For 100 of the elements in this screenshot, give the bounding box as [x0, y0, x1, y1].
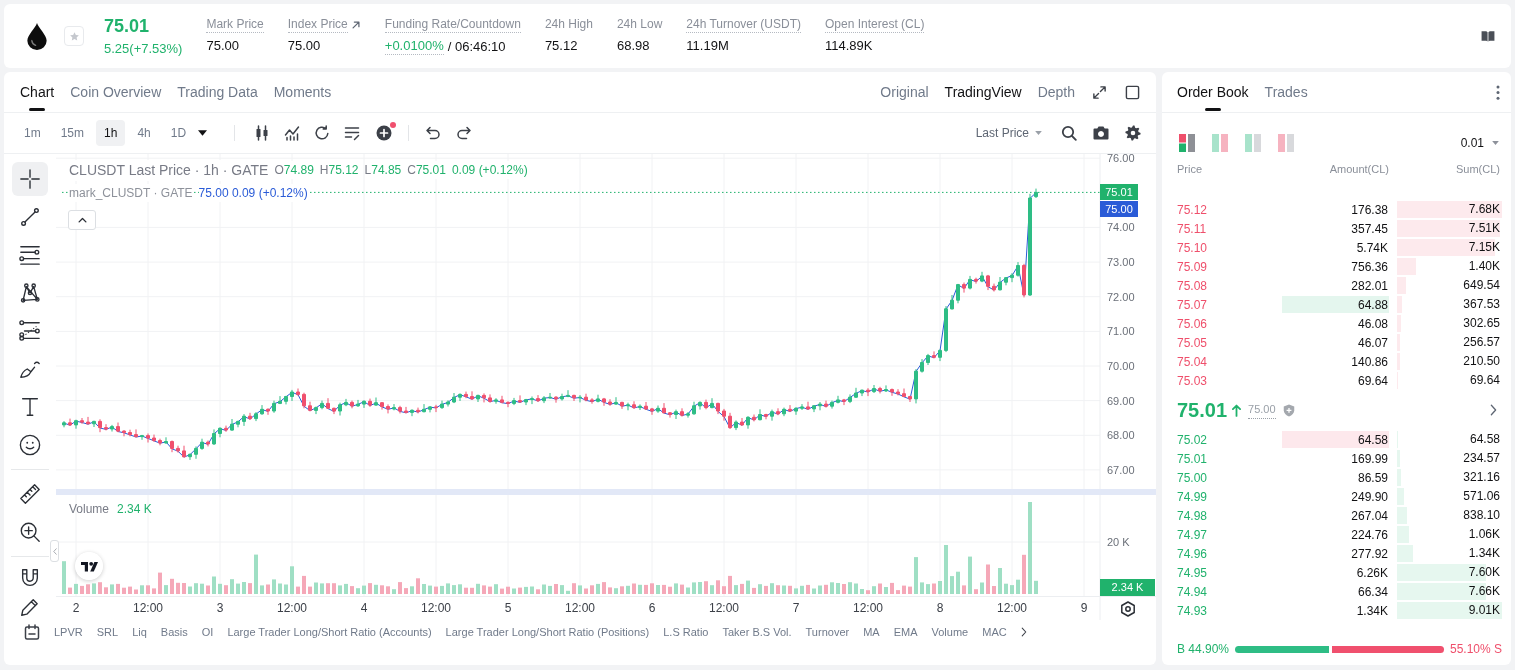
chevron-right-icon[interactable] — [1020, 627, 1027, 637]
search-icon[interactable] — [1061, 125, 1077, 141]
ask-price: 75.10 — [1177, 239, 1209, 257]
indicator-tab[interactable]: MAC — [982, 623, 1007, 641]
interval-button[interactable]: 1m — [16, 120, 49, 146]
bid-amount: 86.59 — [1357, 469, 1388, 487]
bid-sum: 1.06K — [1468, 526, 1500, 543]
candlestick — [272, 400, 276, 414]
bid-amount: 277.92 — [1351, 545, 1388, 563]
chart-tab[interactable]: Chart — [20, 72, 55, 112]
smiley-icon[interactable] — [19, 434, 41, 456]
indicator-tab[interactable]: OI — [201, 623, 214, 641]
candlestick — [128, 429, 132, 437]
indicator-tab[interactable]: Basis — [160, 623, 188, 641]
bid-amount: 267.04 — [1351, 507, 1388, 525]
undo-icon[interactable] — [425, 125, 442, 141]
candlestick — [848, 393, 852, 404]
precision-dropdown[interactable]: 0.01 — [1460, 134, 1502, 152]
candlestick — [392, 403, 396, 411]
calendar-icon[interactable] — [24, 624, 40, 640]
view-tab[interactable]: Original — [880, 81, 929, 103]
horizontal-lines-icon[interactable] — [19, 244, 41, 266]
interval-button[interactable]: 1h — [96, 120, 126, 146]
drawing-tool-button[interactable] — [12, 162, 48, 196]
collapse-handle[interactable] — [50, 540, 59, 562]
candlestick — [578, 394, 582, 403]
candlestick — [266, 407, 270, 416]
indicator-tab[interactable]: EMA — [893, 623, 918, 641]
expand-icon[interactable] — [1092, 84, 1107, 100]
candlestick — [728, 412, 732, 430]
refresh-icon[interactable] — [314, 125, 331, 141]
candlestick — [416, 407, 420, 414]
plus-circle-icon[interactable] — [376, 125, 393, 141]
camera-icon[interactable] — [1093, 126, 1109, 140]
candlestick — [860, 389, 864, 397]
candlestick — [332, 407, 336, 415]
indicator-tab[interactable]: Taker B.S Vol. — [722, 623, 792, 641]
order-book-layout-icon[interactable] — [1179, 134, 1195, 152]
settings-icon[interactable] — [1125, 125, 1141, 141]
indicators-icon[interactable] — [284, 125, 301, 141]
indicator-tab[interactable]: SRL — [96, 623, 119, 641]
candlestick — [248, 412, 252, 421]
logo-icon[interactable] — [75, 552, 103, 580]
zoom-in-icon[interactable] — [19, 521, 41, 543]
chart-tab[interactable]: Trading Data — [177, 72, 258, 112]
order-book-tab[interactable]: Trades — [1264, 72, 1308, 112]
interval-button[interactable]: 15m — [52, 120, 92, 146]
candlestick — [956, 283, 960, 304]
square-icon[interactable] — [1125, 84, 1140, 100]
candlestick — [170, 440, 174, 453]
list-icon[interactable] — [344, 125, 361, 141]
caret-down-icon[interactable] — [198, 130, 208, 136]
redo-icon[interactable] — [456, 125, 473, 141]
interval-button[interactable]: 1D — [162, 120, 195, 146]
candlestick — [452, 392, 456, 404]
more-icon[interactable] — [1496, 84, 1500, 100]
view-tab[interactable]: Depth — [1037, 81, 1075, 103]
stat-label: 24h High — [544, 17, 593, 33]
view-tab[interactable]: TradingView — [944, 81, 1022, 103]
fibonacci-icon[interactable] — [19, 320, 41, 342]
indicator-tab[interactable]: Large Trader Long/Short Ratio (Positions) — [445, 623, 650, 641]
hexagon-icon[interactable] — [1120, 601, 1136, 617]
magnet-icon[interactable] — [19, 566, 41, 589]
chart-type-icon[interactable] — [254, 125, 271, 141]
indicator-tab[interactable]: Volume — [931, 623, 969, 641]
indicator-tab[interactable]: Large Trader Long/Short Ratio (Accounts) — [227, 623, 432, 641]
candlestick — [470, 390, 474, 401]
arrow-up-right-icon[interactable] — [350, 20, 361, 30]
text-tool-icon[interactable] — [19, 396, 41, 418]
candlestick — [854, 387, 858, 399]
pattern-tool-icon[interactable] — [19, 282, 41, 304]
candlestick — [884, 384, 888, 393]
chevron-up-icon[interactable] — [77, 217, 87, 223]
candlestick — [662, 402, 666, 414]
ruler-icon[interactable] — [19, 483, 41, 505]
candlestick — [320, 400, 324, 410]
indicator-tab[interactable]: Turnover — [805, 623, 850, 641]
indicator-tab[interactable]: Liq — [132, 623, 147, 641]
bid-price: 74.97 — [1177, 526, 1209, 544]
price-source-dropdown[interactable]: Last Price — [975, 124, 1042, 142]
order-book-tab[interactable]: Order Book — [1177, 72, 1249, 112]
candlestick — [776, 407, 780, 416]
ask-sum: 210.50 — [1463, 353, 1500, 370]
candlestick — [296, 388, 300, 397]
indicator-tab[interactable]: L.S Ratio — [663, 623, 709, 641]
chevron-right-icon[interactable] — [1490, 404, 1497, 416]
book-icon[interactable] — [1481, 30, 1495, 42]
line-tool-icon[interactable] — [19, 206, 41, 228]
candlestick — [506, 400, 510, 408]
candlestick — [422, 403, 426, 413]
sell-ratio: 55.10% S — [1449, 641, 1502, 658]
chart-tab[interactable]: Coin Overview — [70, 72, 162, 112]
indicator-tab[interactable]: MA — [863, 623, 880, 641]
indicator-tab[interactable]: LPVR — [54, 623, 83, 641]
chart-tab[interactable]: Moments — [273, 72, 332, 112]
candlestick — [902, 388, 906, 398]
candlestick — [104, 423, 108, 431]
interval-button[interactable]: 4h — [129, 120, 159, 146]
candlestick — [236, 420, 240, 428]
crosshair-icon[interactable] — [19, 168, 41, 190]
